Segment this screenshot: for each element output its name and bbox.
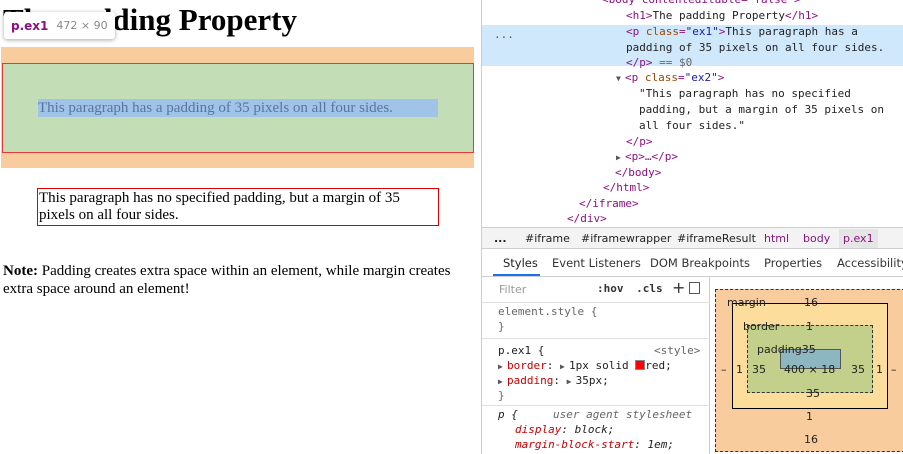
padding-right-value[interactable]: 35 — [851, 363, 865, 376]
breadcrumb-iframe[interactable]: #iframe — [525, 232, 570, 245]
element-tooltip: p.ex1 472 × 90 — [4, 12, 115, 39]
filter-bar: Filter :hov .cls + — [482, 277, 710, 303]
element-style-rule[interactable]: element.style { — [498, 304, 597, 320]
breadcrumb-html[interactable]: html — [764, 232, 789, 245]
padding-left-value[interactable]: 35 — [752, 363, 766, 376]
active-tab-indicator — [493, 274, 540, 276]
filter-toggles: :hov .cls — [597, 282, 663, 295]
rendered-page: The padding Property This paragraph has … — [0, 0, 481, 454]
tooltip-selector: p.ex1 — [11, 18, 49, 33]
paragraph-ex2[interactable]: This paragraph has no specified padding,… — [37, 188, 439, 226]
dom-p-ex2-close: </p> — [626, 135, 653, 148]
collapse-triangle-icon[interactable]: ▶ — [616, 150, 625, 166]
margin-label: margin — [727, 296, 766, 309]
rule-p-ex1-close: } — [498, 389, 505, 402]
tab-styles[interactable]: Styles — [503, 256, 538, 270]
margin-right-value[interactable]: – — [891, 363, 897, 376]
rule-display-property: display: block; — [515, 423, 615, 436]
dom-div-close: </div> — [567, 212, 607, 225]
margin-top-value[interactable]: 16 — [804, 296, 818, 309]
tab-dom-breakpoints[interactable]: DOM Breakpoints — [650, 256, 750, 270]
rule-p-selector[interactable]: p { — [498, 407, 518, 423]
rule-p-ex1-source[interactable]: <style> — [654, 343, 700, 359]
dom-html-close: </html> — [603, 181, 650, 194]
cls-button[interactable]: .cls — [636, 282, 663, 295]
rule-border-property[interactable]: ▶ border: ▶ 1px solid red; — [498, 358, 672, 374]
tooltip-size: 472 × 90 — [56, 19, 108, 32]
rule-p-source: user agent stylesheet — [553, 408, 693, 421]
element-style-close: } — [498, 320, 505, 333]
dom-body-open-partial[interactable]: <body contenteditable="false"> — [602, 0, 801, 8]
toggle-sidebar-icon[interactable] — [689, 282, 700, 294]
border-bottom-value[interactable]: 1 — [806, 410, 813, 423]
tab-accessibility[interactable]: Accessibility — [837, 256, 903, 270]
styles-tab-bar: Styles Event Listeners DOM Breakpoints P… — [482, 250, 903, 277]
rule-divider — [482, 338, 710, 339]
breadcrumb-iframewrapper[interactable]: #iframewrapper — [581, 232, 671, 245]
dom-p-ex1-line[interactable]: <p class="ex1">This paragraph has a — [626, 24, 858, 40]
rule-p-ex1-selector[interactable]: p.ex1 { — [498, 343, 544, 359]
breadcrumb-p-ex1[interactable]: p.ex1 — [839, 229, 878, 248]
breadcrumb: ... #iframe #iframewrapper #iframeResult… — [482, 227, 903, 249]
breadcrumb-iframeresult[interactable]: #iframeResult — [677, 232, 756, 245]
border-left-value[interactable]: 1 — [736, 363, 743, 376]
box-model-diagram: margin 16 border 1 padding35 – 1 35 400 … — [711, 277, 903, 454]
dom-p-collapsed-line[interactable]: ▶ <p>…</p> — [616, 149, 678, 165]
row-menu-ellipsis[interactable]: ... — [494, 27, 514, 43]
note-text: Padding creates extra space within an el… — [3, 263, 451, 297]
rule-margin-block-start-property: margin-block-start: 1em; — [515, 438, 674, 451]
breadcrumb-body[interactable]: body — [803, 232, 830, 245]
note-paragraph: Note: Padding creates extra space within… — [3, 262, 473, 298]
devtools-panel: ... <body contenteditable="false"> <h1>T… — [482, 0, 903, 454]
dom-p-ex2-text-1: "This paragraph has no specified — [639, 87, 851, 100]
padding-label: padding35 — [757, 343, 816, 356]
dom-p-ex2-line[interactable]: ▼ <p class="ex2"> — [616, 70, 724, 86]
margin-bottom-value[interactable]: 16 — [804, 433, 818, 446]
dom-h1-line[interactable]: <h1>The padding Property</h1> — [626, 8, 818, 24]
new-rule-plus-icon[interactable]: + — [672, 278, 685, 297]
margin-left-value[interactable]: – — [721, 363, 727, 376]
tab-event-listeners[interactable]: Event Listeners — [552, 256, 641, 270]
padding-bottom-value[interactable]: 35 — [806, 387, 820, 400]
hov-button[interactable]: :hov — [597, 282, 624, 295]
dom-p-ex1-text: padding of 35 pixels on all four sides. — [626, 41, 885, 54]
styles-pane: Filter :hov .cls + element.style { } p.e… — [482, 277, 710, 454]
rule-padding-property[interactable]: ▶ padding: ▶ 35px; — [498, 373, 609, 389]
border-label: border — [743, 320, 780, 333]
dom-p-ex2-text-2: padding, but a margin of 35 pixels on — [639, 103, 885, 116]
border-right-value[interactable]: 1 — [876, 363, 883, 376]
rule-divider — [482, 405, 710, 406]
note-label: Note: — [3, 263, 38, 279]
dom-body-close: </body> — [615, 166, 662, 179]
tab-properties[interactable]: Properties — [764, 256, 822, 270]
paragraph-ex1[interactable]: This paragraph has a padding of 35 pixel… — [38, 99, 458, 117]
content-size-value[interactable]: 400 × 18 — [784, 363, 835, 376]
dom-iframe-close: </iframe> — [579, 197, 639, 210]
filter-input[interactable]: Filter — [499, 283, 526, 296]
border-top-value[interactable]: 1 — [806, 320, 813, 333]
dom-p-ex1-close: </p> == $0 — [626, 56, 693, 69]
color-swatch[interactable] — [635, 360, 646, 370]
breadcrumb-more[interactable]: ... — [494, 232, 507, 245]
dom-p-ex2-text-3: all four sides." — [639, 119, 745, 132]
expand-triangle-icon[interactable]: ▼ — [616, 71, 625, 87]
